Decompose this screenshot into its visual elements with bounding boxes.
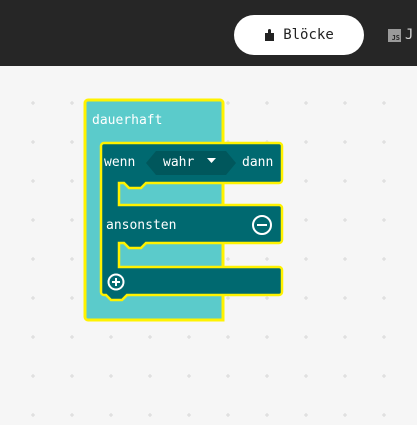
block-shapes (83, 98, 284, 322)
then-label: dann (242, 155, 274, 170)
if-label: wenn (104, 155, 136, 170)
forever-label: dauerhaft (92, 113, 163, 128)
else-label: ansonsten (106, 218, 177, 233)
condition-value[interactable]: wahr (163, 155, 194, 171)
